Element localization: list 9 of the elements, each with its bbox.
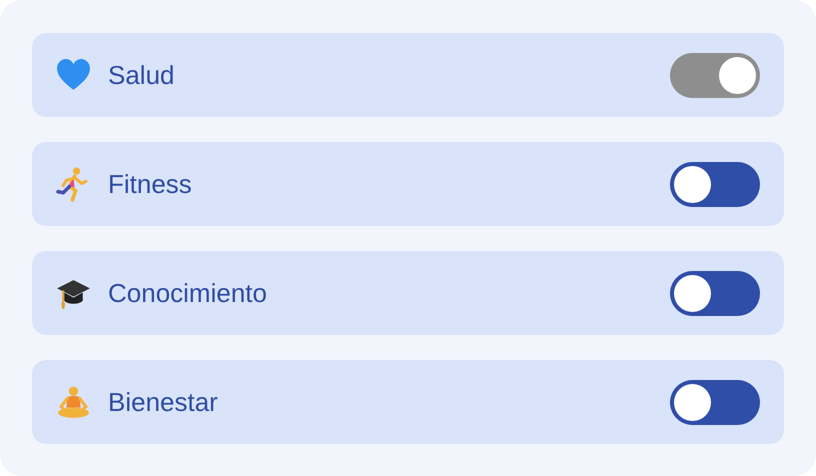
toggle-switch[interactable] [670, 380, 760, 424]
category-label: Salud [108, 60, 176, 90]
category-label: Fitness [108, 168, 193, 200]
category-label: Bienestar [108, 386, 219, 418]
toggle-switch[interactable] [670, 270, 760, 316]
toggle-switch[interactable] [670, 162, 760, 206]
toggle-switch[interactable] [670, 52, 760, 98]
category-label: Conocimiento [108, 278, 268, 308]
meditation-icon [55, 384, 92, 420]
